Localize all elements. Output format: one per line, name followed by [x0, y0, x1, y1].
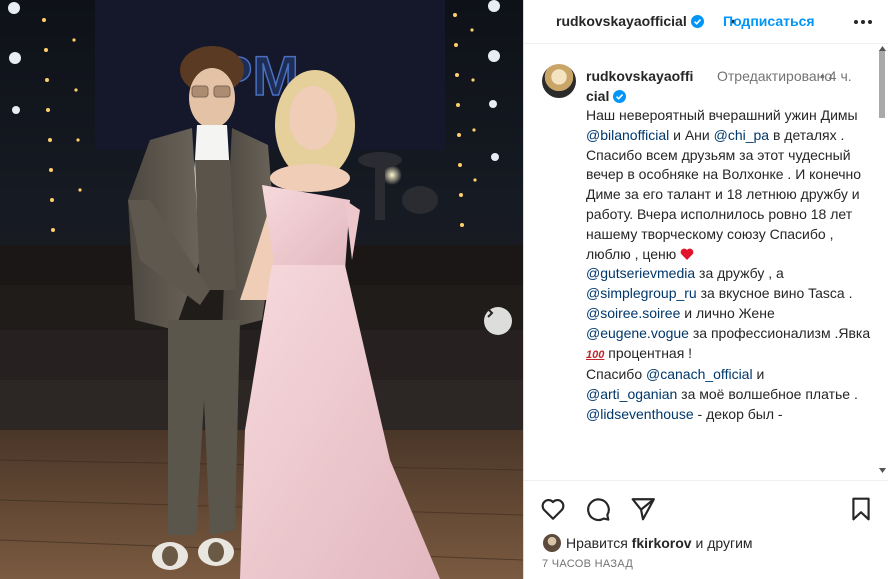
scroll-down-arrow-icon[interactable] [879, 468, 886, 473]
mention-link[interactable]: @chi_pa [714, 127, 769, 143]
follow-button[interactable]: Подписаться [723, 13, 815, 29]
mention-link[interactable]: @lidseventhouse [586, 406, 694, 422]
caption-segment: Наш невероятный вчерашний ужин Димы [586, 107, 858, 123]
header-username-text[interactable]: rudkovskayaofficial [556, 13, 687, 29]
post-sidebar: rudkovskayaofficial • Подписаться rudkov… [523, 0, 888, 579]
caption-username[interactable]: rudkovskayaofficial [586, 66, 696, 106]
caption-segment: и Ани [669, 126, 714, 143]
mention-link[interactable]: @canach_official [646, 366, 753, 382]
caption-segment: за профессионализм .Явка [688, 324, 871, 341]
mention-link[interactable]: @gutserievmedia [586, 265, 695, 281]
caption-segment: Спасибо [586, 366, 646, 383]
caption-segment: за дружбу , а [695, 265, 784, 282]
scrollbar-thumb[interactable] [879, 50, 885, 118]
post-timestamp[interactable]: 7 ЧАСОВ НАЗАД [542, 558, 633, 570]
next-photo-button[interactable] [484, 307, 512, 335]
caption-segment: и [752, 366, 765, 383]
avatar[interactable] [542, 64, 576, 98]
mention-link[interactable]: @arti_oganian [586, 386, 677, 402]
header-username[interactable]: rudkovskayaofficial [556, 13, 704, 29]
caption-segment: процентная ! [604, 344, 693, 361]
caption-segment: - декор был - [693, 405, 783, 422]
caption-area: rudkovskayaofficial Отредактировано • 4 … [524, 44, 888, 480]
liker-avatar[interactable] [542, 533, 562, 553]
caption-meta-separator: • [820, 68, 825, 84]
edited-label: Отредактировано [717, 68, 833, 84]
more-options-icon[interactable] [852, 11, 874, 33]
post-header: rudkovskayaofficial • Подписаться [524, 0, 888, 44]
caption-scrollbar[interactable] [878, 50, 886, 478]
red-heart-emoji-icon [680, 248, 694, 260]
post-actions: Нравится fkirkorov и другим 7 ЧАСОВ НАЗА… [524, 480, 888, 579]
hundred-points-emoji-icon: 100 [586, 348, 605, 361]
comment-icon[interactable] [585, 496, 611, 522]
likes-prefix: Нравится [566, 535, 632, 551]
caption-time: • 4 ч. [820, 66, 860, 86]
caption-segment: за моё волшебное платье . [677, 386, 858, 403]
caption-time-text: 4 ч. [828, 68, 852, 84]
mention-link[interactable]: @simplegroup_ru [586, 285, 697, 301]
verified-badge-icon [613, 90, 627, 103]
caption-segment: и лично Жене [680, 304, 775, 321]
caption-segment: за вкусное вино Tasca . [696, 285, 853, 302]
heart-outline-icon[interactable] [540, 496, 566, 522]
paper-plane-icon[interactable] [630, 496, 656, 522]
post-photo: PM [0, 0, 523, 579]
likes-summary: Нравится fkirkorov и другим [542, 533, 753, 553]
mention-link[interactable]: @soiree.soiree [586, 305, 680, 321]
liker-username[interactable]: fkirkorov [632, 535, 692, 551]
bookmark-icon[interactable] [848, 496, 874, 522]
verified-badge-icon [690, 15, 704, 28]
caption-text: Наш невероятный вчерашний ужин Димы @bil… [586, 106, 872, 425]
caption-segment: в деталях . Спасибо всем друзьям за этот… [586, 126, 862, 262]
chevron-right-icon [487, 308, 494, 318]
caption-username-text[interactable]: rudkovskayaofficial [586, 68, 693, 104]
photo-image: PM [0, 0, 523, 579]
mention-link[interactable]: @eugene.vogue [586, 325, 689, 341]
mention-link[interactable]: @bilanofficial [586, 127, 669, 143]
scroll-up-arrow-icon[interactable] [879, 46, 886, 51]
likes-suffix[interactable]: и другим [692, 535, 752, 551]
